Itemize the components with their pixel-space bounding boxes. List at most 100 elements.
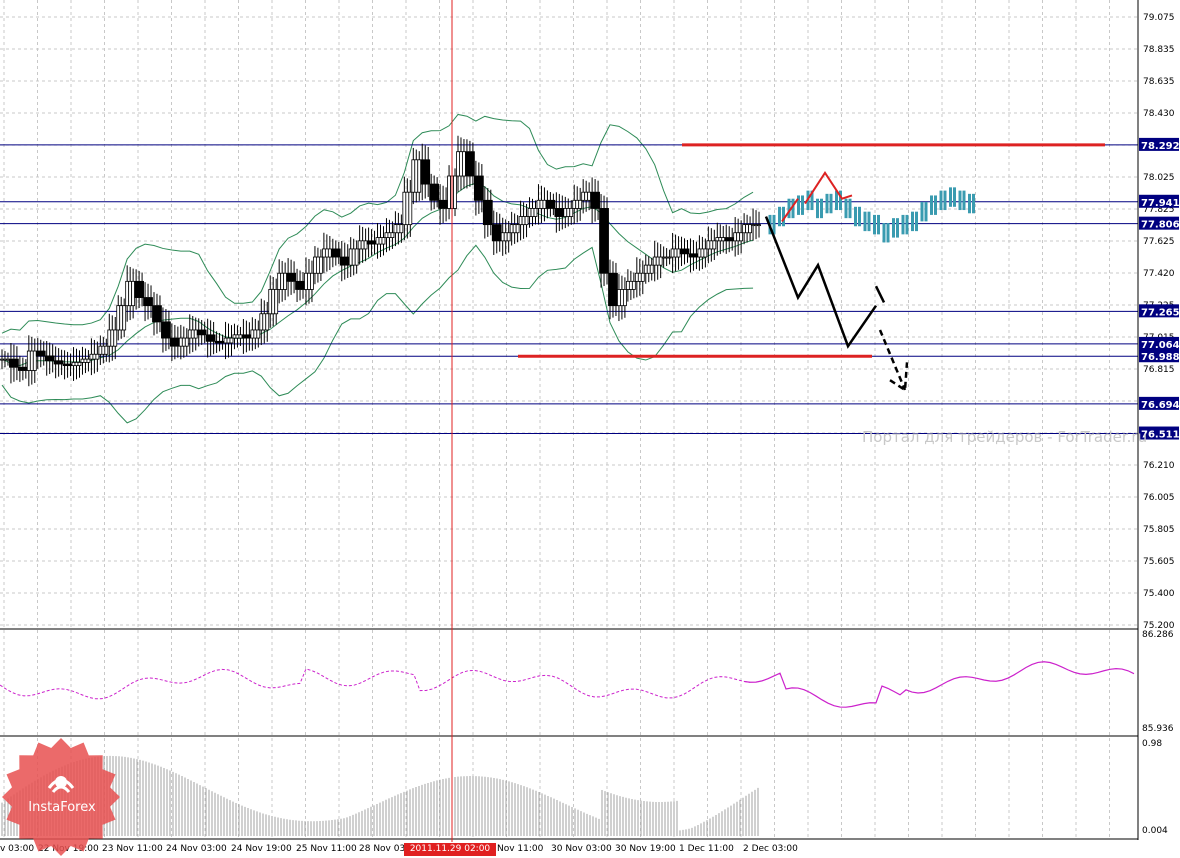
candle-body: [244, 334, 249, 339]
candle-body: [205, 334, 210, 342]
candle-body: [113, 329, 118, 347]
x-tick-label: 2 Dec 03:00: [743, 844, 798, 854]
y-tick-label: 0.004: [1142, 826, 1168, 836]
candle-body: [360, 240, 365, 250]
candle-body: [715, 237, 720, 242]
candle-body: [217, 340, 222, 344]
candle-body: [268, 289, 273, 315]
candle-body: [518, 216, 523, 226]
candle-body: [524, 216, 529, 226]
candle-body: [596, 191, 600, 209]
candlesticks: [0, 135, 761, 387]
candle-body: [363, 240, 368, 250]
candle-body: [673, 248, 678, 258]
candle-body: [682, 248, 687, 255]
candle-body: [599, 208, 603, 274]
candle-body: [652, 256, 657, 266]
candle-body: [569, 208, 574, 217]
y-tick-label: 77.625: [1143, 237, 1175, 247]
candle-body: [134, 280, 139, 298]
candle-body: [369, 240, 374, 245]
candle-body: [152, 305, 156, 323]
x-tick-label: 1 Dec 11:00: [679, 844, 734, 854]
candle-body: [521, 216, 526, 226]
x-tick-label: 24 Nov 19:00: [231, 844, 292, 854]
candle-body: [149, 297, 153, 307]
candle-body: [664, 256, 669, 259]
candle-body: [131, 280, 136, 307]
candle-body: [497, 224, 502, 242]
candle-body: [26, 350, 31, 371]
candle-body: [316, 256, 320, 274]
candle-body: [742, 224, 747, 234]
candle-body: [125, 280, 130, 307]
candle-body: [566, 208, 571, 217]
candle-body: [441, 199, 445, 209]
candle-body: [199, 329, 204, 336]
y-tick-label: 75.805: [1143, 525, 1175, 535]
candle-body: [700, 248, 705, 258]
candle-body: [321, 248, 326, 258]
candle-body: [372, 240, 377, 245]
horizontal-levels[interactable]: [0, 144, 1138, 435]
candle-body: [727, 237, 732, 242]
candle-body: [301, 280, 305, 290]
candle-body: [92, 353, 97, 360]
candle-body: [694, 253, 699, 258]
candle-body: [53, 360, 58, 365]
candle-body: [676, 248, 681, 258]
candle-body: [482, 199, 487, 226]
candle-body: [38, 350, 43, 357]
candle-body: [542, 199, 547, 209]
candle-body: [527, 208, 532, 217]
instaforex-logo-icon: [2, 738, 120, 856]
candle-body: [614, 272, 618, 307]
candle-body: [208, 334, 213, 342]
candle-body: [375, 237, 380, 245]
candle-body: [3, 358, 7, 361]
candle-body: [485, 199, 490, 226]
candle-body: [634, 272, 639, 282]
candle-body: [584, 191, 589, 201]
candle-body: [503, 232, 508, 242]
candle-body: [637, 272, 642, 282]
candle-body: [283, 272, 288, 290]
candle-body: [20, 366, 25, 371]
candle-body: [500, 232, 505, 242]
candle-body: [399, 224, 404, 234]
candle-body: [342, 256, 347, 266]
candle-body: [611, 272, 615, 307]
candle-body: [190, 329, 195, 339]
candle-body: [292, 272, 296, 282]
candle-body: [116, 305, 121, 331]
candle-body: [432, 183, 437, 201]
candle-body: [307, 272, 311, 290]
candle-body: [155, 305, 159, 323]
candle-body: [202, 329, 207, 336]
candle-body: [128, 280, 133, 307]
candle-body: [745, 224, 749, 234]
candle-body: [473, 175, 478, 201]
level-label: 77.265: [1141, 307, 1180, 318]
candle-body: [462, 151, 466, 177]
candle-body: [691, 253, 696, 258]
candle-body: [274, 289, 279, 315]
candle-body: [685, 248, 690, 255]
candle-body: [256, 329, 261, 339]
y-tick-label: 77.420: [1143, 269, 1175, 279]
y-tick-label: 78.635: [1143, 77, 1175, 87]
candle-body: [447, 175, 451, 209]
candle-body: [65, 363, 70, 367]
y-tick-label: 76.005: [1143, 493, 1175, 503]
candle-body: [35, 350, 40, 357]
candle-body: [703, 248, 708, 258]
candle-body: [32, 350, 37, 371]
candle-body: [605, 208, 609, 274]
x-tick-label: Nov 11:00: [497, 844, 544, 854]
y-tick-label: 86.286: [1142, 630, 1174, 640]
candle-body: [468, 151, 472, 177]
candle-body: [459, 151, 463, 177]
candle-body: [143, 297, 147, 307]
candle-body: [512, 224, 517, 234]
candle-body: [181, 337, 186, 347]
